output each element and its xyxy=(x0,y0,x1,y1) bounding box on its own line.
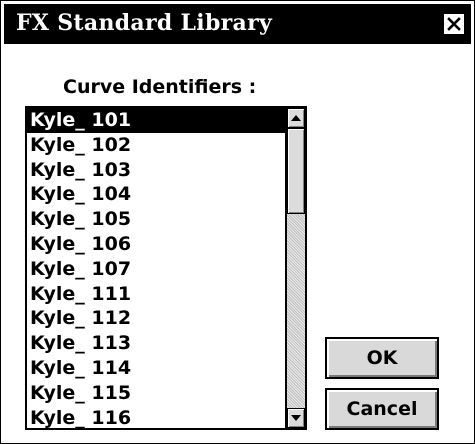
vertical-scrollbar[interactable] xyxy=(285,108,305,428)
scroll-down-button[interactable] xyxy=(287,408,305,428)
cancel-button[interactable]: Cancel xyxy=(325,388,439,430)
list-item[interactable]: Kyle_ 101 xyxy=(27,108,285,133)
arrow-down-icon xyxy=(291,415,301,421)
list-item[interactable]: Kyle_ 107 xyxy=(27,257,285,282)
arrow-up-icon xyxy=(291,115,301,121)
list-item[interactable]: Kyle_ 105 xyxy=(27,207,285,232)
close-icon xyxy=(447,17,461,31)
close-button[interactable] xyxy=(443,13,465,35)
scroll-thumb[interactable] xyxy=(287,128,305,214)
window-title: FX Standard Library xyxy=(16,10,273,36)
curve-identifiers-listbox[interactable]: Kyle_ 101 Kyle_ 102 Kyle_ 103 Kyle_ 104 Kyle… xyxy=(25,106,307,430)
title-bar[interactable]: FX Standard Library xyxy=(4,4,471,44)
list-items: Kyle_ 101 Kyle_ 102 Kyle_ 103 Kyle_ 104 Kyle… xyxy=(27,108,285,428)
list-item[interactable]: Kyle_ 115 xyxy=(27,381,285,406)
list-item[interactable]: Kyle_ 114 xyxy=(27,356,285,381)
list-item[interactable]: Kyle_ 113 xyxy=(27,331,285,356)
dialog-window: FX Standard Library Curve Identifiers : … xyxy=(0,0,475,444)
scroll-up-button[interactable] xyxy=(287,108,305,128)
list-item[interactable]: Kyle_ 103 xyxy=(27,158,285,183)
list-item[interactable]: Kyle_ 116 xyxy=(27,406,285,428)
list-item[interactable]: Kyle_ 112 xyxy=(27,306,285,331)
list-item[interactable]: Kyle_ 111 xyxy=(27,282,285,307)
curve-identifiers-label: Curve Identifiers : xyxy=(63,76,257,98)
ok-button[interactable]: OK xyxy=(325,337,439,379)
list-item[interactable]: Kyle_ 106 xyxy=(27,232,285,257)
list-item[interactable]: Kyle_ 104 xyxy=(27,182,285,207)
list-item[interactable]: Kyle_ 102 xyxy=(27,133,285,158)
